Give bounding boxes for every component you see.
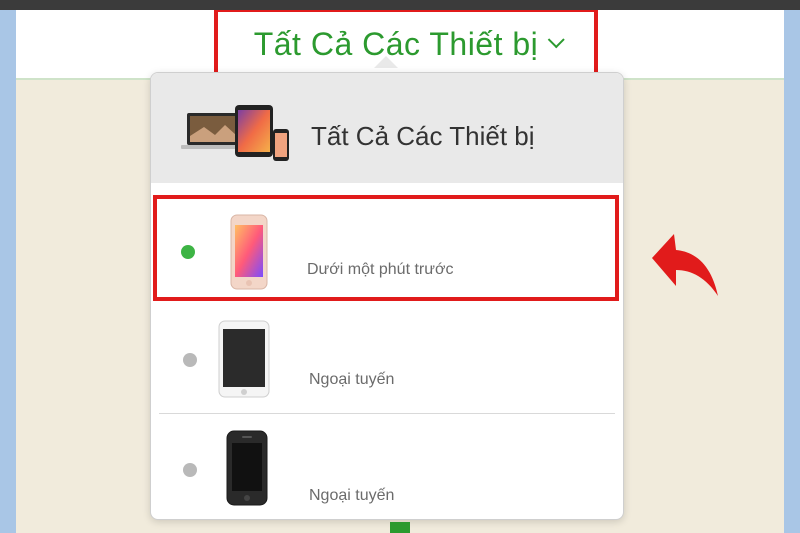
header: Tất Cả Các Thiết bị <box>16 10 784 80</box>
device-status: Ngoại tuyến <box>309 371 395 388</box>
device-row-iphone[interactable]: Dưới một phút trước <box>153 195 619 301</box>
offline-status-dot <box>183 463 197 477</box>
top-bar <box>0 0 800 10</box>
device-row-ipad[interactable]: Ngoại tuyến <box>159 305 615 414</box>
online-status-dot <box>181 245 195 259</box>
iphone-icon <box>230 214 268 290</box>
all-devices-label: Tất Cả Các Thiết bị <box>311 121 535 151</box>
device-status: Dưới một phút trước <box>307 261 454 278</box>
offline-status-dot <box>183 353 197 367</box>
iphone-old-icon <box>226 430 268 506</box>
device-dropdown: Tất Cả Các Thiết bị Dưới một phút trước <box>150 72 624 520</box>
all-devices-item[interactable]: Tất Cả Các Thiết bị <box>151 73 623 183</box>
device-selector-button[interactable]: Tất Cả Các Thiết bị <box>214 10 598 80</box>
ipad-icon <box>218 320 270 398</box>
bottom-indicator <box>390 522 410 533</box>
red-curved-arrow-icon <box>652 234 718 296</box>
device-row-iphone-old[interactable]: Ngoại tuyến <box>159 415 615 519</box>
all-devices-icon <box>181 105 289 161</box>
device-status: Ngoại tuyến <box>309 487 395 504</box>
dropdown-caret <box>374 56 398 68</box>
chevron-down-icon <box>548 31 566 49</box>
